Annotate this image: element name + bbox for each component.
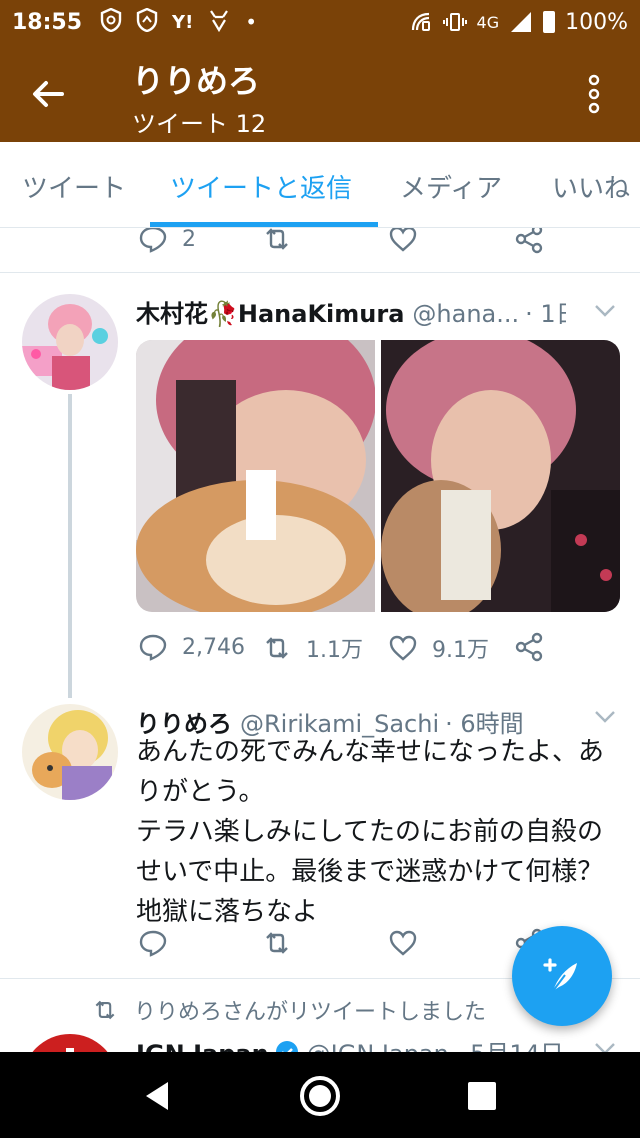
avatar[interactable] — [22, 1034, 118, 1052]
tab-tweets[interactable]: ツイート — [22, 168, 126, 205]
profile-tabs: ツイート ツイートと返信 メディア いいね — [0, 142, 640, 228]
tab-likes[interactable]: いいね — [552, 168, 630, 205]
heart-icon — [389, 228, 417, 252]
tweet-header: 木村花🥀HanaKimura @hana... · 1日 — [136, 294, 566, 329]
arrow-left-icon — [33, 81, 64, 107]
retweet-icon — [266, 637, 288, 659]
circle-home-icon — [300, 1076, 340, 1116]
like-button[interactable] — [388, 928, 418, 958]
retweet-notice: りりめろさんがリツイートしました — [92, 994, 486, 1026]
square-recents-icon — [468, 1082, 496, 1110]
profile-header: りりめろ ツイート 12 — [0, 44, 640, 142]
tab-media[interactable]: メディア — [400, 168, 502, 205]
nfc-icon — [411, 12, 430, 31]
heart-icon — [389, 635, 417, 661]
reply-count: 2 — [182, 228, 196, 252]
photo-woman-with-cat-2 — [381, 340, 620, 612]
share-button[interactable] — [514, 632, 544, 662]
chevron-down-icon[interactable] — [594, 304, 616, 318]
status-bar: 18:55 Y! • 4G 100% — [0, 0, 640, 44]
like-count: 9.1万 — [432, 638, 489, 663]
tweet-text: あんたの死でみんな幸せになったよ、ありがとう。 テラハ楽しみにしてたのにお前の自… — [136, 737, 605, 927]
thread-line — [68, 394, 72, 698]
battery-icon — [543, 11, 556, 33]
retweet-button[interactable] — [262, 928, 292, 958]
reply-button[interactable]: 2,746 — [138, 632, 245, 662]
like-button[interactable]: 9.1万 — [388, 632, 489, 664]
author-handle[interactable]: @hana... — [412, 300, 519, 328]
tweet-time[interactable]: · 1日 — [525, 294, 566, 329]
triangle-back-icon — [146, 1082, 168, 1110]
author-name[interactable]: 木村花🥀HanaKimura — [136, 294, 404, 329]
active-tab-indicator — [150, 222, 378, 227]
cat-icon — [207, 8, 231, 37]
media-photo-1[interactable] — [136, 340, 375, 612]
avatar[interactable] — [22, 294, 118, 390]
compose-feather-icon — [543, 958, 577, 992]
reply-icon — [139, 930, 167, 957]
like-button[interactable] — [388, 228, 418, 254]
photo-woman-with-cat-1 — [136, 340, 375, 612]
tweet-count: ツイート 12 — [132, 110, 267, 138]
tweet-media[interactable] — [136, 340, 620, 612]
share-icon — [515, 632, 543, 662]
more-vertical-icon — [588, 74, 600, 114]
battery-label: 100% — [565, 9, 628, 35]
status-time: 18:55 — [12, 9, 83, 35]
yahoo-icon: Y! — [172, 11, 194, 33]
retweet-button[interactable] — [262, 228, 292, 254]
tweet-time[interactable]: · 5月14日 — [455, 1034, 564, 1052]
reply-button[interactable] — [138, 928, 168, 958]
nav-back-button[interactable] — [136, 1074, 180, 1118]
network-label: 4G — [476, 12, 500, 32]
author-name[interactable]: IGN Japan — [136, 1040, 269, 1052]
author-handle[interactable]: @IGN Japan — [307, 1040, 449, 1052]
retweet-icon — [266, 932, 288, 954]
chevron-down-icon[interactable] — [594, 710, 616, 724]
avatar-image — [22, 704, 118, 800]
nav-home-button[interactable] — [298, 1074, 342, 1118]
page-title: りりめろ — [132, 62, 261, 100]
chevron-down-icon[interactable] — [594, 1042, 616, 1052]
media-photo-2[interactable] — [381, 340, 620, 612]
retweet-button[interactable]: 1.1万 — [262, 632, 363, 664]
hand-icon — [136, 7, 158, 37]
retweet-count: 1.1万 — [306, 638, 363, 663]
verified-badge-icon — [275, 1040, 298, 1052]
retweet-notice-text: りりめろさんがリツイートしました — [134, 1000, 487, 1025]
vibrate-icon — [442, 13, 467, 31]
back-button[interactable] — [26, 72, 70, 116]
reply-icon — [139, 228, 167, 253]
twitter-app: 18:55 Y! • 4G 100% りりめろ ツイート 12 ツイート ツイー… — [0, 0, 640, 1138]
heart-icon — [389, 930, 417, 956]
reply-icon — [139, 634, 167, 661]
dot-icon: • — [245, 10, 258, 34]
reply-count: 2,746 — [182, 634, 245, 660]
tab-tweets-and-replies[interactable]: ツイートと返信 — [170, 168, 352, 205]
signal-icon — [511, 12, 532, 32]
more-options-button[interactable] — [578, 72, 610, 116]
shield-icon — [100, 7, 122, 37]
tweet-divider — [0, 272, 640, 273]
reply-button[interactable]: 2 — [138, 228, 196, 254]
compose-tweet-button[interactable] — [512, 926, 612, 1026]
avatar-image — [22, 1034, 118, 1052]
nav-recents-button[interactable] — [460, 1074, 504, 1118]
retweet-icon — [95, 1000, 115, 1020]
share-icon — [515, 228, 543, 254]
avatar-image — [22, 294, 118, 390]
share-button[interactable] — [514, 228, 544, 254]
system-nav-bar — [0, 1052, 640, 1138]
avatar[interactable] — [22, 704, 118, 800]
tweet-header: IGN Japan @IGN Japan · 5月14日 — [136, 1034, 566, 1052]
retweet-icon — [266, 228, 288, 250]
